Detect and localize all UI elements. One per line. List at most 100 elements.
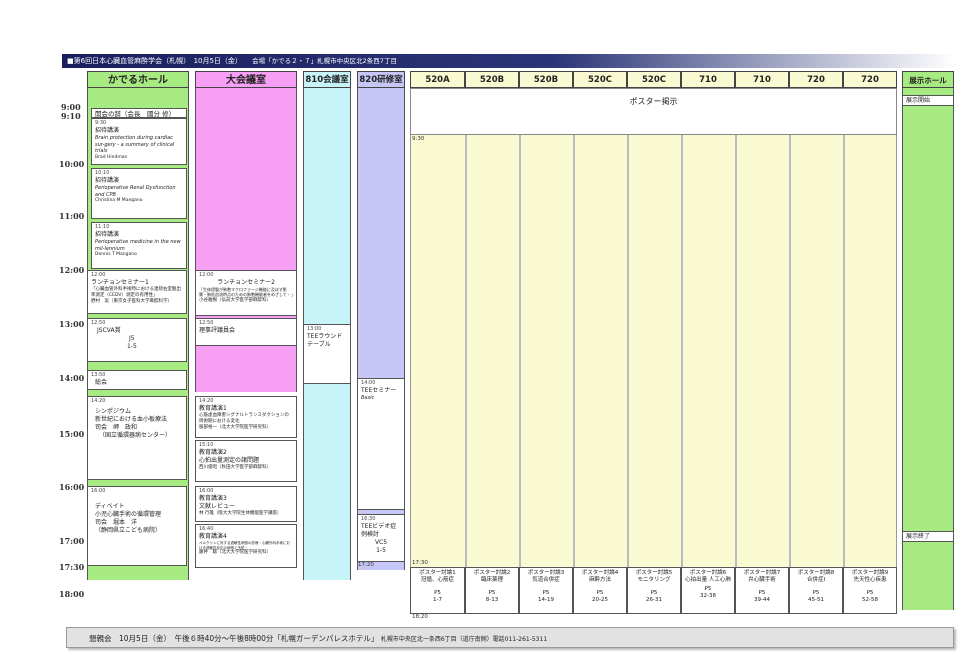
event-subtitle: 新世紀における血小板療法	[95, 415, 168, 423]
event-title: ランチョンセミナー1	[91, 278, 149, 286]
event-debate: 16:00 ディベイト 小児心臓手術の循環管理 司会 堀本 洋 （静岡県立こども…	[87, 486, 187, 566]
event-chair: 司会 堀本 洋	[95, 518, 138, 526]
poster-code: P5	[650, 590, 658, 597]
time-label: 17:00	[59, 536, 85, 546]
event-speaker: 西川俊昭（秋田大学医学部麻酔科）	[199, 464, 271, 470]
room-header-520a: 520A	[410, 71, 465, 88]
poster-range: 32-38	[700, 593, 716, 600]
room-header-520b-1: 520B	[465, 71, 519, 88]
event-affiliation: （国立循環器病センター）	[99, 432, 172, 440]
poster-topic: モニタリング	[637, 577, 671, 584]
event-subtitle: Basic	[361, 394, 375, 401]
time-label: 11:00	[59, 211, 85, 221]
event-time: 12:50	[199, 320, 214, 326]
event-title: JSCVA賞	[97, 326, 121, 334]
end-time-820: 17:20	[358, 562, 374, 568]
event-time: 16:00	[199, 488, 214, 494]
poster-range: 45-51	[808, 597, 824, 604]
poster-code: P5	[542, 590, 550, 597]
event-subtitle: 「心臓血管外科手術時における連続右室駆出率測定（CEDV）測定の有用性」	[91, 286, 181, 298]
reception-address: 札幌市中央区北一条西6丁目（道庁南側）電話011-261-5311	[380, 636, 548, 643]
event-invited-lecture-2: 10:10 招待講演 Perioperative Renal Dysfuncti…	[91, 168, 187, 219]
poster-code: P5	[812, 590, 820, 597]
poster-range: 1-7	[433, 597, 442, 604]
col-divider	[465, 89, 467, 609]
event-title: 招待講演	[95, 126, 120, 134]
expo-start: 展示開始	[902, 95, 954, 106]
event-general-meeting: 13:50 総会	[87, 370, 187, 390]
event-affiliation: （静岡県立こども病院）	[95, 527, 162, 535]
time-label: 14:00	[59, 373, 85, 383]
event-educational-lecture-3: 16:00 教育講演3 文献レビュー 林 行雄（阪大大学院生体機能医学講座）	[195, 486, 297, 522]
col-divider	[735, 89, 737, 609]
room-header-520c-2: 520C	[627, 71, 681, 88]
event-time: 16:30	[361, 516, 376, 522]
event-educational-lecture-1: 14:20 教育講演1 心筋虚血障害シグナルトランスダクションの周術期における変…	[195, 396, 297, 438]
header-bar: ■第6回日本心臓血管麻酔学会（札幌） 10月5日（金） 会場「かでる２・７」札幌…	[62, 54, 955, 68]
event-subtitle: 心筋虚血障害シグナルトランスダクションの周術期における変化	[199, 412, 289, 424]
event-time: 11:10	[95, 224, 110, 230]
poster-range: 14-19	[538, 597, 554, 604]
room-header-710-1: 710	[681, 71, 735, 88]
event-time: 12:50	[91, 320, 106, 326]
event-speaker: 小谷雅樹（弘前大学医学部麻酔科）	[199, 297, 271, 303]
time-label: 9:10	[61, 111, 81, 121]
event-time: 15:10	[199, 442, 214, 448]
event-subtitle: Perioperative medicine in the new mil-le…	[95, 238, 181, 252]
poster-session-8: ポスター討論8 合併症Ⅰ P5 45-51	[789, 567, 843, 614]
room-header-820: 820研修室	[357, 71, 405, 88]
poster-session-6: ポスター討論6 心拍出量 人工心肺 P5 32-38	[681, 567, 735, 614]
poster-session-1: ポスター討論1 冠循、心筋症 P5 1-7	[410, 567, 465, 614]
event-educational-lecture-4: 16:40 教育講演4 ペルクリンに対する過敏性病態の診療・心臓外科手術における…	[195, 524, 297, 568]
event-subtitle: 「生体侵襲が肺胞マクロファージ機能に及ぼす影響・肺低血流時点のための肺胞機能者を…	[199, 286, 295, 298]
event-speaker: Brad Hindman	[95, 155, 128, 161]
poster-session-3: ポスター討論3 気道合併症 P5 14-19	[519, 567, 573, 614]
poster-start-time: 9:30	[412, 136, 425, 142]
event-title: ランチョンセミナー2	[217, 278, 275, 286]
event-title: 教育講演3	[199, 494, 227, 502]
event-luncheon-seminar-1: 12:00 ランチョンセミナー1 「心臓血管外科手術時における連続右室駆出率測定…	[87, 270, 187, 314]
event-subtitle: Brain protection during cardiac sur-gery…	[95, 134, 175, 155]
room-header-720-2: 720	[843, 71, 897, 88]
room-header-720-1: 720	[789, 71, 843, 88]
col-divider	[681, 89, 683, 609]
event-speaker: 林 行雄（阪大大学院生体機能医学講座）	[199, 510, 282, 516]
event-room: VC5	[374, 538, 388, 546]
time-label: 10:00	[59, 159, 85, 169]
poster-topic: 気道合併症	[532, 577, 560, 584]
poster-code: P5	[866, 590, 874, 597]
col-divider	[843, 89, 845, 609]
event-board-meeting: 12:50 理事評議員会	[195, 318, 297, 346]
event-title: 教育講演4	[199, 532, 227, 540]
poster-range: 8-13	[485, 597, 499, 604]
col-divider	[573, 89, 575, 609]
poster-range: 52-58	[862, 597, 878, 604]
event-time: 14:00	[361, 380, 376, 386]
event-title: 招待講演	[95, 230, 120, 238]
col-divider	[519, 89, 521, 609]
event-title: TEEビデオ症例検討	[361, 522, 397, 538]
expo-end: 展示終了	[902, 531, 954, 542]
event-subtitle: 小児心臓手術の循環管理	[95, 510, 162, 518]
event-subtitle: 文献レビュー	[199, 502, 236, 510]
event-time: 9:30	[95, 120, 107, 126]
opening-event: 開会の辞（会長 國分 修）	[91, 108, 187, 118]
poster-code: P5	[596, 590, 604, 597]
event-time: 13:50	[91, 372, 106, 378]
event-title: TEEラウンドテーブル	[307, 332, 343, 348]
event-time: 10:10	[95, 170, 110, 176]
poster-range: 20-25	[592, 597, 608, 604]
time-label: 17:30	[59, 562, 85, 572]
event-time: 16:00	[91, 488, 106, 494]
page-title: ■第6回日本心臓血管麻酔学会（札幌） 10月5日（金）	[67, 57, 242, 65]
room-header-520b-2: 520B	[519, 71, 573, 88]
event-range: 1-5	[376, 547, 386, 555]
time-label: 13:00	[59, 319, 85, 329]
event-time: 12:00	[199, 272, 214, 278]
venue-text: 会場「かでる２・７」札幌市中央区北2条西7丁目	[252, 57, 397, 65]
poster-end-time-2: 18:20	[412, 614, 428, 620]
reception-info: 懇親会 10月5日（金） 午後６時40分～午後8時00分「札幌ガーデンパレスホテ…	[66, 627, 954, 648]
event-chair: 司会 岬 政和	[95, 423, 138, 431]
poster-session-4: ポスター討論4 麻酔方法 P5 20-25	[573, 567, 627, 614]
time-label: 16:00	[59, 482, 85, 492]
